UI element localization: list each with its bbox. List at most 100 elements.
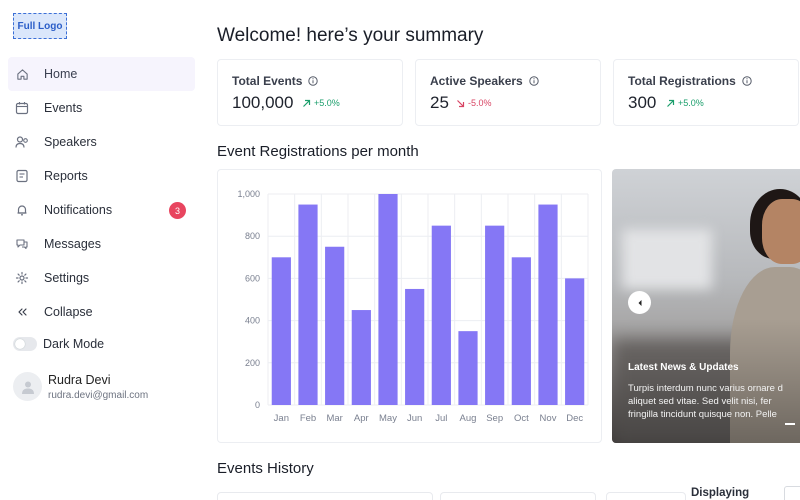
y-tick-label: 400 <box>245 316 260 326</box>
sidebar-item-label: Settings <box>44 271 90 285</box>
sidebar-item-notifications[interactable]: Notifications 3 <box>8 193 195 227</box>
stat-card-total-registrations: Total Registrations 300 +5.0% <box>613 59 799 126</box>
news-text-line: fringilla tincidunt quisque non. Pelle <box>628 409 777 420</box>
bar-mar <box>325 246 345 405</box>
section-title-history: Events History <box>217 460 314 477</box>
x-tick-label: May <box>379 413 397 424</box>
calendar-icon <box>14 100 30 116</box>
news-text-line: aliquet sed vitae. Sed velit nisi, fer <box>628 396 772 407</box>
bar-feb <box>298 204 318 405</box>
carousel-indicator[interactable] <box>785 423 795 425</box>
stat-card-total-events: Total Events 100,000 +5.0% <box>217 59 403 126</box>
sidebar-item-label: Messages <box>44 237 101 251</box>
page-size-select[interactable] <box>784 486 800 500</box>
carousel-prev-button[interactable] <box>628 291 651 314</box>
sidebar-item-label: Home <box>44 67 78 81</box>
sidebar-item-home[interactable]: Home <box>8 57 195 91</box>
user-icon <box>21 381 34 394</box>
x-tick-label: Oct <box>514 413 529 424</box>
y-tick-label: 800 <box>245 231 260 241</box>
stat-value: 100,000 <box>232 93 294 112</box>
stat-change: +5.0% <box>314 98 340 108</box>
bar-sep <box>485 225 505 405</box>
x-tick-label: Apr <box>354 413 369 424</box>
bar-apr <box>351 310 371 405</box>
bar-nov <box>538 204 558 405</box>
sidebar-item-label: Collapse <box>44 305 93 319</box>
sidebar-item-collapse[interactable]: Collapse <box>8 295 195 329</box>
info-icon[interactable] <box>308 76 319 86</box>
sidebar-item-reports[interactable]: Reports <box>8 159 195 193</box>
user-name: Rudra Devi <box>48 372 111 387</box>
x-tick-label: Jan <box>274 413 289 424</box>
stat-value: 300 <box>628 93 657 112</box>
y-tick-label: 200 <box>245 358 260 368</box>
sidebar-item-speakers[interactable]: Speakers <box>8 125 195 159</box>
trend-up-icon <box>303 99 311 107</box>
sidebar-item-events[interactable]: Events <box>8 91 195 125</box>
sidebar-item-label: Reports <box>44 169 88 183</box>
x-tick-label: Dec <box>566 413 583 424</box>
dark-mode-setting: Dark Mode <box>13 337 104 351</box>
bar-jun <box>405 288 425 405</box>
history-filter[interactable] <box>606 492 686 500</box>
x-tick-label: Mar <box>326 413 342 424</box>
sidebar-item-label: Notifications <box>44 203 113 217</box>
bar-jan <box>271 257 291 405</box>
stat-change: +5.0% <box>678 98 704 108</box>
y-tick-label: 1,000 <box>237 189 260 199</box>
sidebar-item-settings[interactable]: Settings <box>8 261 195 295</box>
x-tick-label: Aug <box>460 413 477 424</box>
sidebar-item-messages[interactable]: Messages <box>8 227 195 261</box>
sidebar: Full Logo Home Events Speakers Reports N… <box>0 0 200 500</box>
stat-card-active-speakers: Active Speakers 25 -5.0% <box>415 59 601 126</box>
y-tick-label: 600 <box>245 273 260 283</box>
speakers-icon <box>14 134 30 150</box>
stat-title: Active Speakers <box>430 74 523 88</box>
x-tick-label: Jun <box>407 413 422 424</box>
bell-icon <box>14 202 30 218</box>
bar-dec <box>565 278 585 405</box>
trend-down-icon <box>457 99 465 107</box>
notification-count-badge: 3 <box>169 202 186 219</box>
page-title: Welcome! here’s your summary <box>217 25 484 46</box>
x-tick-label: Nov <box>540 413 557 424</box>
x-tick-label: Feb <box>300 413 316 424</box>
dark-mode-label: Dark Mode <box>43 337 105 351</box>
messages-icon <box>14 236 30 252</box>
reports-icon <box>14 168 30 184</box>
y-tick-label: 0 <box>255 400 260 410</box>
sidebar-item-label: Events <box>44 101 83 115</box>
news-title: Latest News & Updates <box>628 362 739 373</box>
dark-mode-toggle[interactable] <box>13 337 37 351</box>
logo[interactable]: Full Logo <box>13 13 67 39</box>
stat-title: Total Registrations <box>628 74 736 88</box>
history-filter[interactable] <box>440 492 596 500</box>
section-title-registrations: Event Registrations per month <box>217 143 419 160</box>
bar-jul <box>431 225 451 405</box>
sidebar-nav: Home Events Speakers Reports Notificatio… <box>8 57 195 329</box>
gear-icon <box>14 270 30 286</box>
home-icon <box>14 66 30 82</box>
trend-up-icon <box>667 99 675 107</box>
info-icon[interactable] <box>529 76 539 86</box>
registrations-chart-card: 0 200 400 600 800 1,000 Jan Feb Mar Apr May Jun Jul A… <box>217 169 602 443</box>
news-carousel[interactable]: Latest News & Updates Turpis interdum nu… <box>612 169 800 443</box>
info-icon[interactable] <box>742 76 752 86</box>
collapse-icon <box>14 304 30 320</box>
bar-may <box>378 194 398 405</box>
sidebar-item-label: Speakers <box>44 135 97 149</box>
displaying-label: Displaying <box>691 487 750 499</box>
history-card <box>217 492 433 500</box>
avatar <box>13 372 42 401</box>
bar-aug <box>458 331 478 405</box>
chevron-left-icon <box>638 299 641 306</box>
user-email: rudra.devi@gmail.com <box>48 389 149 401</box>
news-text-line: Turpis interdum nunc varius ornare d <box>628 383 783 394</box>
stat-value: 25 <box>430 93 449 112</box>
x-tick-label: Jul <box>435 413 447 424</box>
stat-title: Total Events <box>232 74 303 88</box>
bar-oct <box>511 257 531 405</box>
user-profile[interactable]: Rudra Devi rudra.devi@gmail.com <box>13 372 148 401</box>
stat-change: -5.0% <box>468 98 492 108</box>
